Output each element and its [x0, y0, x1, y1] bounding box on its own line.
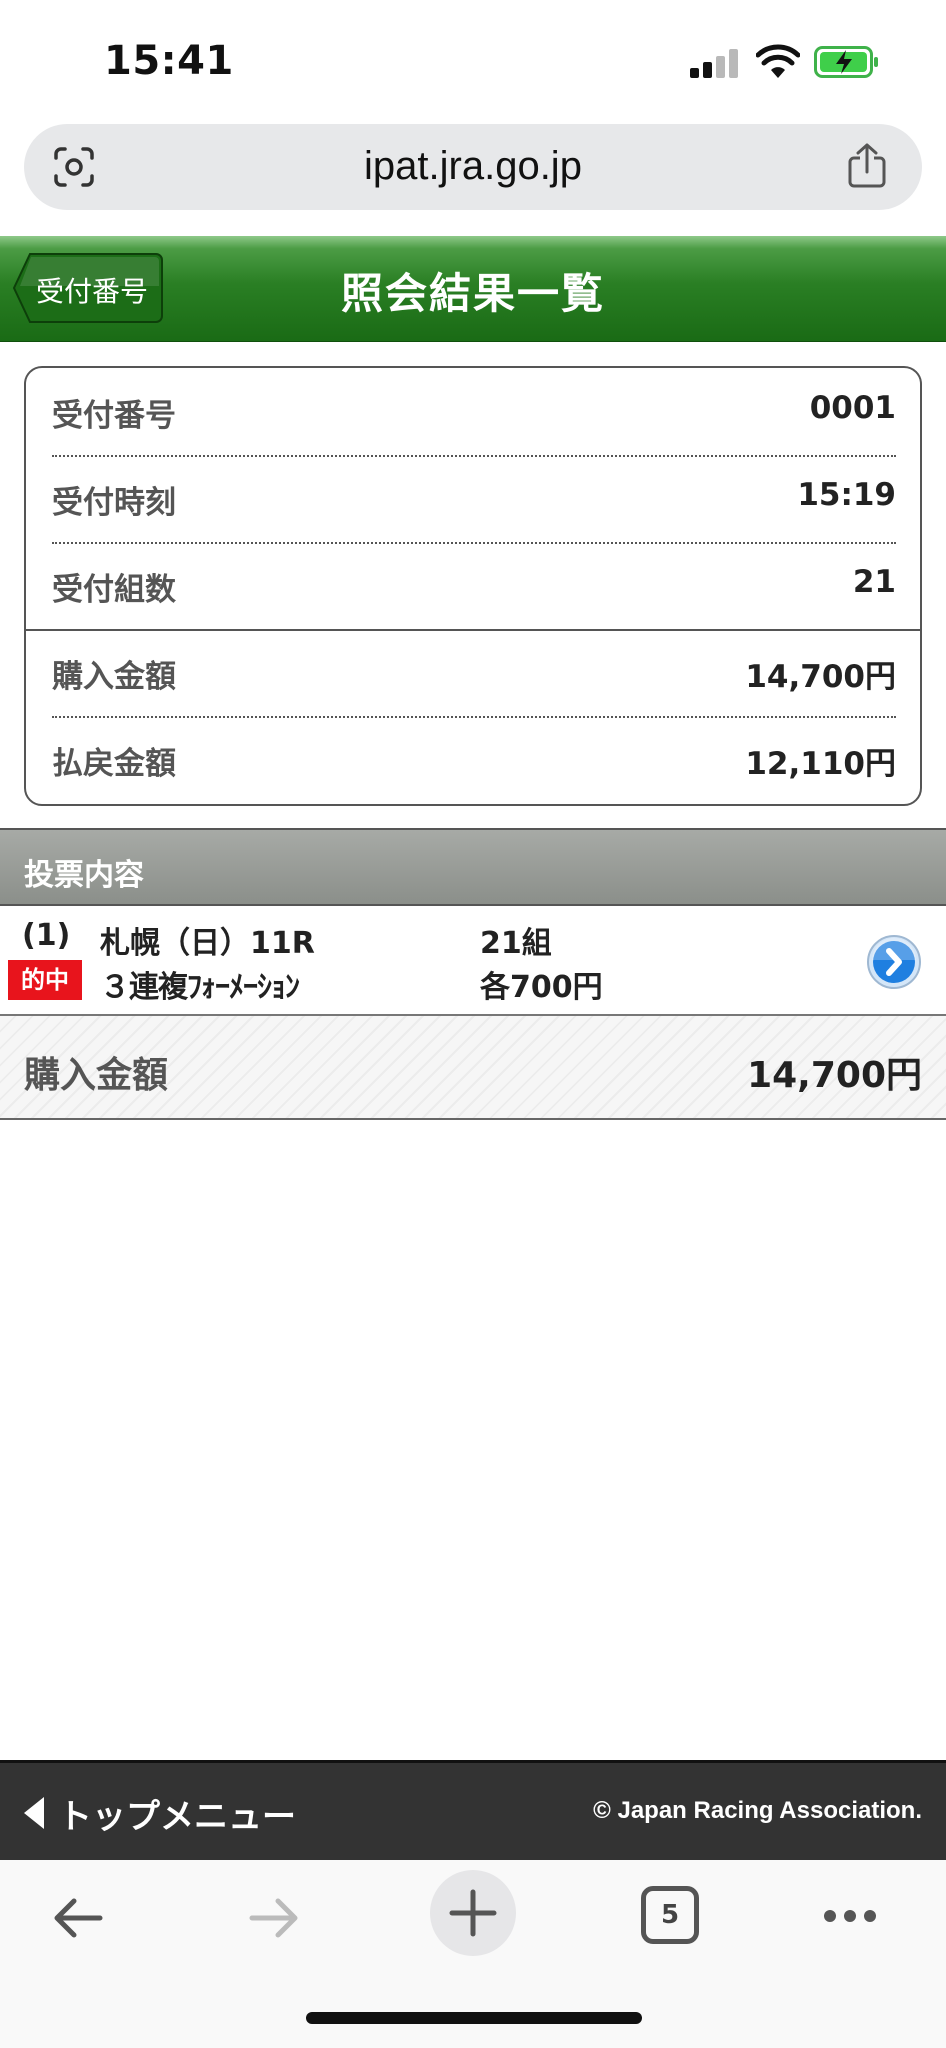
- summary-row-receipt-time: 受付時刻 15:19: [52, 455, 896, 542]
- vote-bet-type: ３連複ﾌｫｰﾒｰｼｮﾝ: [100, 970, 300, 1005]
- hit-badge: 的中: [8, 960, 82, 1000]
- summary-card: 受付番号 0001 受付時刻 15:19 受付組数 21 購入金額 14,700…: [24, 366, 922, 806]
- summary-value: 14,700円: [745, 659, 896, 695]
- summary-label: 受付時刻: [52, 485, 176, 521]
- summary-value: 0001: [809, 390, 896, 426]
- summary-row-payout-amount: 払戻金額 12,110円: [52, 716, 896, 803]
- summary-label: 購入金額: [52, 659, 176, 695]
- triangle-left-icon[interactable]: [24, 1797, 44, 1829]
- address-bar[interactable]: ipat.jra.go.jp: [24, 124, 922, 210]
- site-footer: トップメニュー © Japan Racing Association.: [0, 1760, 946, 1860]
- vote-amount-each: 各700円: [480, 970, 603, 1005]
- back-arrow-icon[interactable]: [48, 1888, 108, 1948]
- summary-row-purchase-amount: 購入金額 14,700円: [52, 629, 896, 716]
- cellular-signal-icon: [690, 48, 740, 78]
- summary-label: 受付番号: [52, 398, 176, 434]
- total-value: 14,700円: [747, 1055, 922, 1096]
- purchase-total-bar: 購入金額 14,700円: [0, 1016, 946, 1120]
- summary-row-combo-count: 受付組数 21: [52, 542, 896, 629]
- vote-item[interactable]: (1) 札幌（日）11R 21組 的中 ３連複ﾌｫｰﾒｰｼｮﾝ 各700円: [0, 906, 946, 1016]
- vote-combos: 21組: [480, 926, 552, 961]
- vote-section-header: 投票内容: [0, 828, 946, 906]
- summary-row-receipt-number: 受付番号 0001: [52, 368, 896, 455]
- copyright: © Japan Racing Association.: [593, 1797, 922, 1824]
- top-menu-link[interactable]: トップメニュー: [58, 1789, 296, 1838]
- page-title: 照会結果一覧: [340, 269, 605, 318]
- summary-label: 受付組数: [52, 572, 176, 608]
- total-label: 購入金額: [24, 1055, 169, 1096]
- url-text[interactable]: ipat.jra.go.jp: [24, 144, 922, 189]
- more-icon[interactable]: [820, 1898, 880, 1934]
- summary-label: 払戻金額: [52, 746, 176, 782]
- status-bar: 15:41: [0, 0, 946, 120]
- plus-icon[interactable]: [428, 1868, 518, 1958]
- vote-race: 札幌（日）11R: [100, 926, 315, 961]
- summary-value: 12,110円: [745, 746, 896, 782]
- forward-arrow-icon[interactable]: [244, 1888, 304, 1948]
- home-indicator: [306, 2012, 642, 2024]
- battery-charging-icon: [814, 46, 878, 78]
- tabs-icon[interactable]: 5: [641, 1886, 699, 1944]
- page-header: 受付番号 照会結果一覧: [0, 236, 946, 342]
- section-title: 投票内容: [24, 858, 144, 893]
- summary-value: 15:19: [797, 477, 896, 513]
- share-icon[interactable]: [846, 142, 888, 190]
- wifi-icon: [756, 44, 800, 78]
- vote-index: (1): [22, 918, 71, 953]
- clock: 15:41: [104, 38, 234, 84]
- chevron-right-icon[interactable]: [866, 934, 922, 990]
- summary-value: 21: [852, 564, 896, 600]
